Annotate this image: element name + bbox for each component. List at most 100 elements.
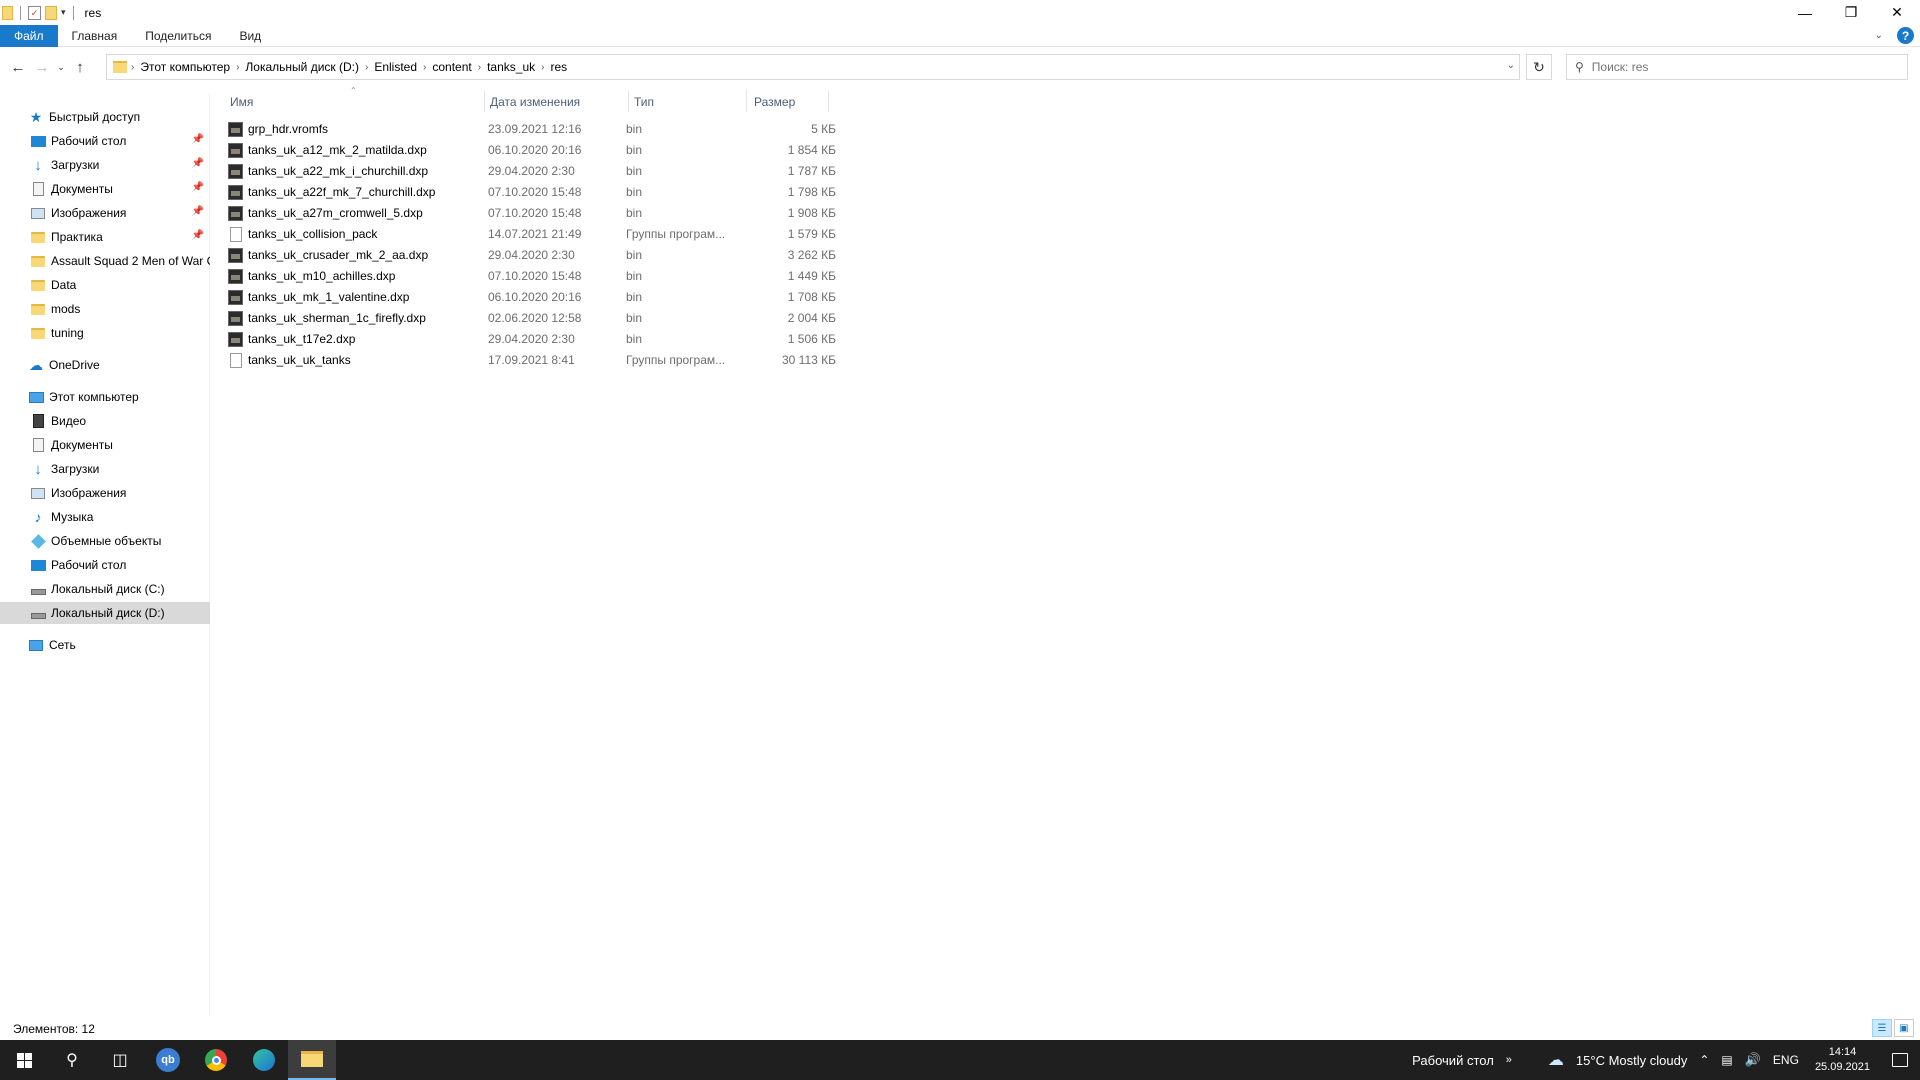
- breadcrumb-tanks-uk[interactable]: tanks_uk: [481, 60, 541, 74]
- file-row[interactable]: tanks_uk_sherman_1c_firefly.dxp 02.06.20…: [226, 307, 836, 328]
- breadcrumb-res[interactable]: res: [544, 60, 573, 74]
- nav-item-pc-downloads[interactable]: ↓ Загрузки: [0, 458, 210, 480]
- column-separator[interactable]: [484, 90, 485, 112]
- file-row[interactable]: tanks_uk_m10_achilles.dxp 07.10.2020 15:…: [226, 265, 836, 286]
- start-button[interactable]: [0, 1040, 48, 1080]
- nav-item-downloads[interactable]: ↓ Загрузки 📌: [0, 154, 210, 176]
- search-box[interactable]: ⚲: [1566, 54, 1908, 80]
- tab-home[interactable]: Главная: [58, 25, 132, 47]
- nav-this-pc[interactable]: Этот компьютер: [0, 386, 210, 408]
- tab-file[interactable]: Файл: [0, 24, 58, 47]
- address-dropdown-icon[interactable]: ⌄: [1507, 60, 1515, 71]
- nav-item-data[interactable]: Data: [0, 274, 210, 296]
- column-header-type[interactable]: Тип: [634, 92, 654, 112]
- nav-item-desktop[interactable]: Рабочий стол 📌: [0, 130, 210, 152]
- file-row[interactable]: tanks_uk_a27m_cromwell_5.dxp 07.10.2020 …: [226, 202, 836, 223]
- up-button[interactable]: ↑: [68, 55, 92, 79]
- file-row[interactable]: tanks_uk_collision_pack 14.07.2021 21:49…: [226, 223, 836, 244]
- column-header-date[interactable]: Дата изменения: [490, 92, 580, 112]
- file-row[interactable]: tanks_uk_a12_mk_2_matilda.dxp 06.10.2020…: [226, 139, 836, 160]
- search-input[interactable]: [1591, 60, 1892, 74]
- nav-item-3d-objects[interactable]: Объемные объекты: [0, 530, 210, 552]
- nav-item-documents[interactable]: Документы 📌: [0, 178, 210, 200]
- column-header-size[interactable]: Размер: [754, 92, 795, 112]
- breadcrumb-enlisted[interactable]: Enlisted: [368, 60, 423, 74]
- file-row[interactable]: tanks_uk_a22f_mk_7_churchill.dxp 07.10.2…: [226, 181, 836, 202]
- pin-icon[interactable]: 📌: [192, 182, 204, 193]
- file-row[interactable]: tanks_uk_crusader_mk_2_aa.dxp 29.04.2020…: [226, 244, 836, 265]
- nav-item-pc-pictures[interactable]: Изображения: [0, 482, 210, 504]
- column-separator[interactable]: [828, 90, 829, 112]
- file-row[interactable]: tanks_uk_mk_1_valentine.dxp 06.10.2020 2…: [226, 286, 836, 307]
- chevron-right-icon[interactable]: »: [1500, 1054, 1518, 1066]
- nav-onedrive[interactable]: ☁ OneDrive: [0, 354, 210, 376]
- folder-icon: [30, 229, 46, 245]
- refresh-button[interactable]: ↻: [1526, 54, 1552, 80]
- network-icon[interactable]: ▤: [1715, 1053, 1738, 1067]
- navigation-pane: ★ Быстрый доступ Рабочий стол 📌 ↓ Загруз…: [0, 94, 210, 1016]
- qat-dropdown-icon[interactable]: ▾: [61, 7, 66, 18]
- search-button[interactable]: ⚲: [48, 1040, 96, 1080]
- file-explorer-button[interactable]: [288, 1040, 336, 1080]
- breadcrumb-content[interactable]: content: [426, 60, 477, 74]
- nav-item-mods[interactable]: mods: [0, 298, 210, 320]
- pin-icon[interactable]: 📌: [192, 158, 204, 169]
- pin-icon[interactable]: 📌: [192, 134, 204, 145]
- weather-text[interactable]: 15°C Mostly cloudy: [1570, 1053, 1693, 1068]
- minimize-button[interactable]: —: [1782, 0, 1828, 25]
- nav-item-disk-c[interactable]: Локальный диск (C:): [0, 578, 210, 600]
- weather-icon[interactable]: ☁: [1518, 1050, 1570, 1070]
- new-folder-icon[interactable]: [45, 5, 57, 20]
- address-bar[interactable]: › Этот компьютер › Локальный диск (D:) ›…: [106, 54, 1520, 80]
- breadcrumb-disk-d[interactable]: Локальный диск (D:): [239, 60, 365, 74]
- close-button[interactable]: ✕: [1874, 0, 1920, 25]
- nav-network[interactable]: Сеть: [0, 634, 210, 656]
- file-row[interactable]: tanks_uk_t17e2.dxp 29.04.2020 2:30 bin 1…: [226, 328, 836, 349]
- nav-item-tuning[interactable]: tuning: [0, 322, 210, 344]
- tab-share[interactable]: Поделиться: [131, 25, 225, 47]
- clock[interactable]: 14:14 25.09.2021: [1805, 1045, 1880, 1075]
- back-button[interactable]: ←: [6, 55, 30, 79]
- chrome-button[interactable]: [192, 1040, 240, 1080]
- file-row[interactable]: tanks_uk_uk_tanks 17.09.2021 8:41 Группы…: [226, 349, 836, 370]
- restore-button[interactable]: ❐: [1828, 0, 1874, 25]
- expand-ribbon-icon[interactable]: ⌄: [1875, 30, 1883, 41]
- pictures-icon: [30, 205, 46, 221]
- column-separator[interactable]: [628, 90, 629, 112]
- edge-button[interactable]: [240, 1040, 288, 1080]
- nav-item-assault-squad[interactable]: Assault Squad 2 Men of War C: [0, 250, 210, 272]
- pin-icon[interactable]: 📌: [192, 230, 204, 241]
- language-indicator[interactable]: ENG: [1767, 1053, 1805, 1067]
- nav-quick-access[interactable]: ★ Быстрый доступ: [0, 106, 210, 128]
- file-row[interactable]: tanks_uk_a22_mk_i_churchill.dxp 29.04.20…: [226, 160, 836, 181]
- nav-item-pc-documents[interactable]: Документы: [0, 434, 210, 456]
- recent-locations-icon[interactable]: ⌄: [54, 55, 68, 79]
- forward-button[interactable]: →: [30, 55, 54, 79]
- volume-icon[interactable]: 🔊: [1739, 1052, 1767, 1068]
- pin-icon[interactable]: 📌: [192, 206, 204, 217]
- tab-view[interactable]: Вид: [225, 25, 275, 47]
- large-icons-view-icon[interactable]: ▣: [1894, 1019, 1914, 1037]
- nav-item-videos[interactable]: Видео: [0, 410, 210, 432]
- file-row[interactable]: grp_hdr.vromfs 23.09.2021 12:16 bin 5 КБ: [226, 118, 836, 139]
- details-view-icon[interactable]: ☰: [1872, 1019, 1892, 1037]
- help-icon[interactable]: ?: [1897, 27, 1914, 44]
- nav-item-pictures[interactable]: Изображения 📌: [0, 202, 210, 224]
- task-view-button[interactable]: ◫: [96, 1040, 144, 1080]
- nav-item-practice[interactable]: Практика 📌: [0, 226, 210, 248]
- nav-item-music[interactable]: ♪ Музыка: [0, 506, 210, 528]
- properties-icon[interactable]: ✓: [28, 5, 41, 20]
- qbittorrent-button[interactable]: qb: [144, 1040, 192, 1080]
- show-hidden-icons-icon[interactable]: ⌃: [1693, 1053, 1715, 1067]
- file-name: tanks_uk_mk_1_valentine.dxp: [248, 290, 410, 304]
- column-separator[interactable]: [746, 90, 747, 112]
- breadcrumb-this-pc[interactable]: Этот компьютер: [134, 60, 236, 74]
- notifications-button[interactable]: [1880, 1040, 1920, 1080]
- separator: [20, 5, 21, 20]
- image-file-icon: [228, 311, 243, 326]
- file-type: bin: [626, 248, 643, 262]
- desktop-toolbar-label[interactable]: Рабочий стол: [1406, 1053, 1500, 1068]
- nav-item-pc-desktop[interactable]: Рабочий стол: [0, 554, 210, 576]
- column-header-name[interactable]: Имя: [230, 92, 253, 112]
- nav-item-disk-d[interactable]: Локальный диск (D:): [0, 602, 210, 624]
